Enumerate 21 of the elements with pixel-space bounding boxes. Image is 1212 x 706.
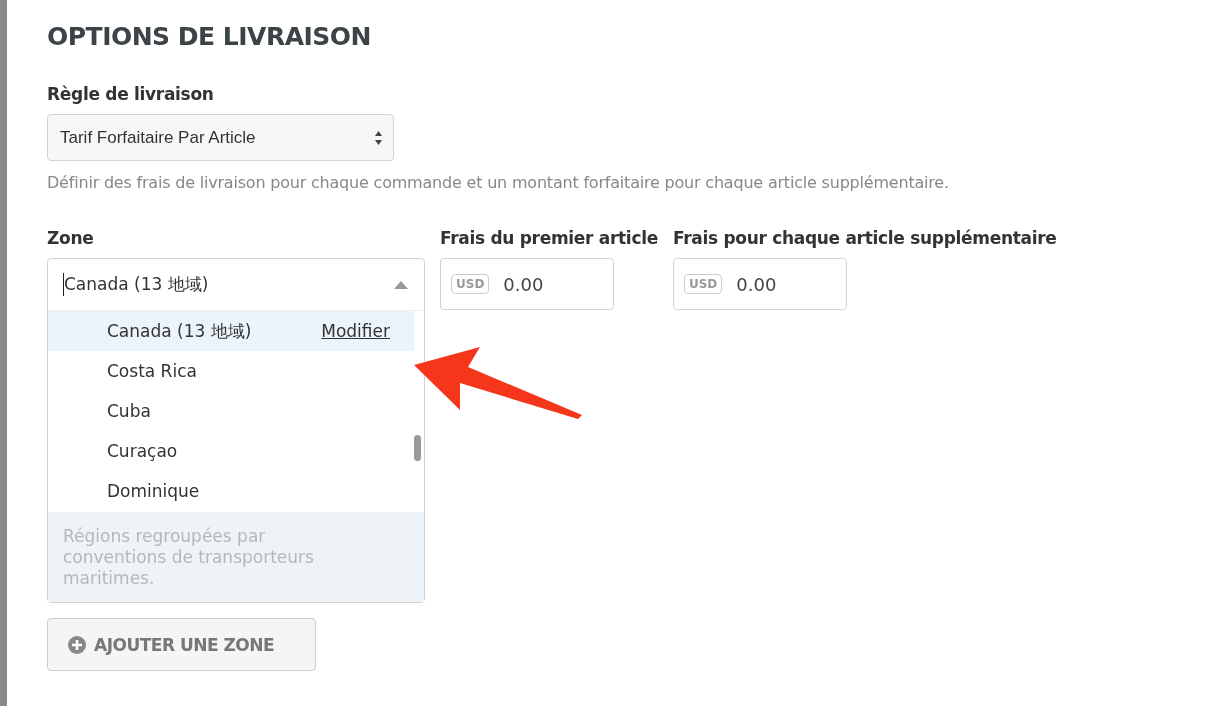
price-input[interactable]: USD 0.00 bbox=[672, 258, 847, 310]
updown-caret-icon bbox=[374, 129, 383, 146]
help-text: Définir des frais de livraison pour chaque commande et un montant forfaitaire pour chaque article supplémentaire. bbox=[47, 173, 950, 192]
field-label: Frais pour chaque article supplémentaire bbox=[672, 228, 1057, 248]
edit-link[interactable]: Modifier bbox=[321, 321, 390, 341]
section-title: OPTIONS DE LIVRAISON bbox=[47, 22, 372, 51]
zone-footer-note: Régions regroupées par conventions de transporteurs maritimes. bbox=[48, 512, 424, 602]
caret-icon bbox=[394, 280, 408, 289]
price-input[interactable]: USD 0.00 bbox=[440, 258, 614, 310]
field-label: Zone bbox=[47, 228, 95, 248]
scrollbar-thumb[interactable] bbox=[414, 435, 421, 461]
add-zone-button[interactable]: AJOUTER UNE ZONE bbox=[47, 618, 316, 671]
currency-tag: USD bbox=[683, 274, 723, 294]
zone-option[interactable]: Canada (13 地域) Modifier bbox=[48, 311, 414, 351]
plus-circle-icon bbox=[68, 635, 86, 654]
shipping-rule-select[interactable]: Tarif Forfaitaire Par Article bbox=[47, 114, 394, 161]
currency-tag: USD bbox=[451, 274, 490, 294]
zone-combobox[interactable]: Canada (13 地域) Canada (13 地域) Modifier Costa Rica Cuba Curaçao Dominique Régions regroupées par conventions de transporteurs maritimes. bbox=[47, 258, 425, 603]
zone-input-value[interactable]: Canada (13 地域) bbox=[63, 273, 209, 296]
field-label: Règle de livraison bbox=[47, 84, 215, 104]
field-label: Frais du premier article bbox=[440, 228, 658, 248]
